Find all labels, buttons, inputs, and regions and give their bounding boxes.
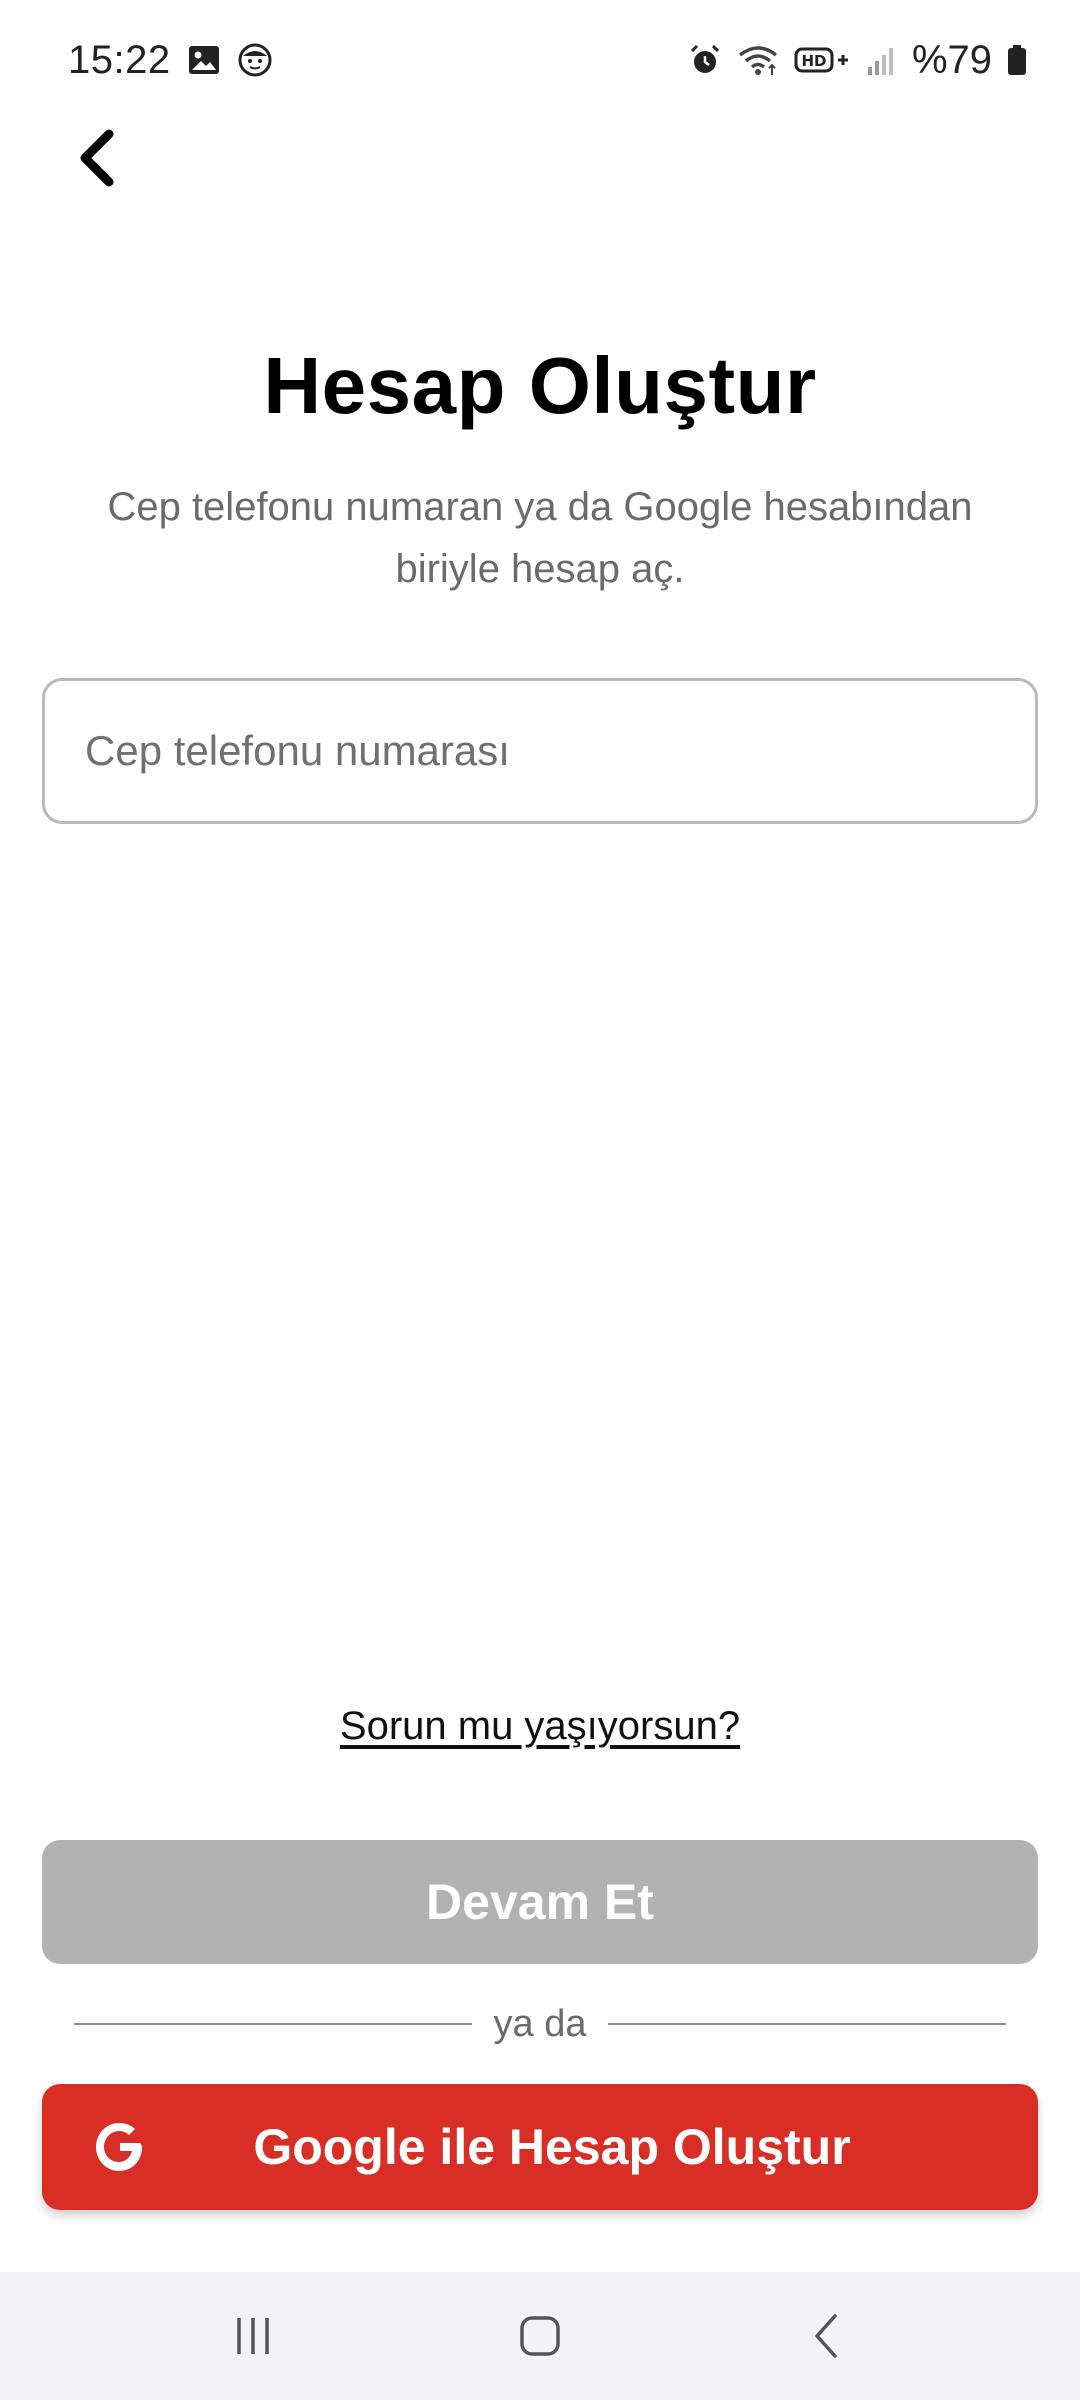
- wifi-icon: [736, 43, 780, 77]
- image-icon: [187, 43, 221, 77]
- recents-icon: [237, 2318, 270, 2354]
- divider-line-right: [608, 2023, 1006, 2025]
- back-icon: [814, 2314, 837, 2358]
- hd-plus-icon: HD: [794, 43, 850, 77]
- google-button-label: Google ile Hesap Oluştur: [253, 2119, 851, 2175]
- recents-button[interactable]: [193, 2286, 313, 2386]
- home-button[interactable]: [480, 2286, 600, 2386]
- battery-icon: [1006, 43, 1028, 77]
- status-bar: 15:22 HD %79: [0, 0, 1080, 120]
- help-link-row: Sorun mu yaşıyorsun?: [0, 1704, 1080, 1749]
- divider-line-left: [74, 2023, 472, 2025]
- help-link[interactable]: Sorun mu yaşıyorsun?: [340, 1704, 740, 1748]
- status-right: HD %79: [688, 38, 1028, 83]
- status-time: 15:22: [68, 37, 171, 82]
- signal-icon: [864, 43, 898, 77]
- battery-percent: %79: [911, 37, 992, 82]
- back-button[interactable]: [56, 118, 136, 198]
- system-nav-bar: [0, 2272, 1080, 2400]
- phone-input-container: [42, 678, 1038, 824]
- create-account-screen: 15:22 HD %79 Hesap Oluştur Cep telefonu …: [0, 0, 1080, 2400]
- status-left: 15:22: [68, 38, 273, 83]
- divider-text: ya da: [493, 2002, 587, 2045]
- or-divider: ya da: [74, 1996, 1006, 2052]
- home-icon: [520, 2316, 560, 2356]
- phone-number-input[interactable]: [45, 681, 1035, 821]
- svg-text:HD: HD: [801, 52, 826, 70]
- page-title: Hesap Oluştur: [263, 341, 817, 430]
- continue-button[interactable]: Devam Et: [42, 1840, 1038, 1964]
- google-signup-button[interactable]: Google ile Hesap Oluştur: [42, 2084, 1038, 2210]
- face-icon: [237, 42, 273, 78]
- chevron-left-icon: [80, 129, 114, 187]
- nav-back-button[interactable]: [767, 2286, 887, 2386]
- alarm-icon: [688, 43, 722, 77]
- page-subtitle: Cep telefonu numaran ya da Google hesabı…: [107, 485, 973, 591]
- google-g-icon: [92, 2119, 148, 2175]
